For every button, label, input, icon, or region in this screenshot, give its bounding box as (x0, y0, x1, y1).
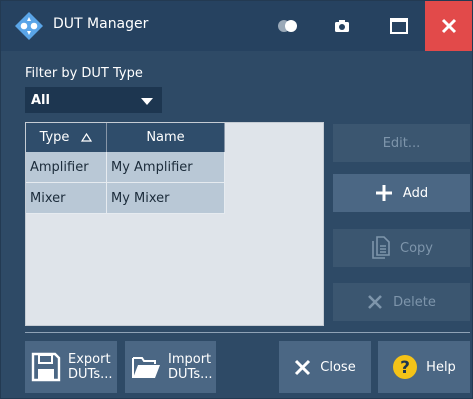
export-line1: Export (68, 352, 111, 367)
column-header-type[interactable]: Type (26, 123, 107, 152)
cell-type: Amplifier (26, 152, 107, 183)
transparency-toggle-button[interactable] (271, 10, 305, 42)
filter-label: Filter by DUT Type (25, 66, 143, 81)
edit-button-label: Edit... (382, 135, 421, 151)
window-close-button[interactable] (425, 1, 472, 51)
delete-button-label: Delete (393, 294, 436, 310)
add-button[interactable]: Add (333, 174, 470, 212)
save-icon (31, 352, 61, 382)
cell-name: My Mixer (107, 183, 225, 214)
import-duts-button[interactable]: Import DUTs... (125, 341, 216, 393)
maximize-button[interactable] (383, 10, 415, 42)
copy-button[interactable]: Copy (333, 229, 470, 267)
toggle-icon (278, 20, 297, 32)
dut-type-filter-dropdown[interactable]: All (25, 87, 162, 113)
export-duts-button[interactable]: Export DUTs... (25, 341, 117, 393)
sort-ascending-icon (81, 133, 93, 142)
close-button-label: Close (320, 359, 356, 375)
help-button[interactable]: ? Help (378, 341, 470, 393)
maximize-icon (390, 18, 408, 34)
table-row[interactable]: Mixer My Mixer (26, 183, 225, 214)
filter-selected-value: All (31, 93, 50, 108)
table-row[interactable]: Amplifier My Amplifier (26, 152, 225, 183)
export-line2: DUTs... (68, 367, 113, 382)
copy-button-label: Copy (400, 240, 433, 256)
cell-type: Mixer (26, 183, 107, 214)
plus-icon (375, 185, 392, 201)
cell-name: My Amplifier (107, 152, 225, 183)
import-line1: Import (168, 352, 212, 367)
svg-text:?: ? (400, 358, 410, 378)
delete-button[interactable]: Delete (333, 283, 470, 321)
camera-icon (335, 20, 349, 32)
dut-table[interactable]: Type Name Amplifier My Amplifier Mixer M… (25, 122, 324, 326)
separator (25, 332, 470, 333)
dut-manager-window: DUT Manager Filter by DUT Type All Type … (0, 0, 473, 399)
table-header: Type Name (26, 123, 225, 152)
title-bar[interactable]: DUT Manager (1, 1, 472, 51)
help-icon: ? (393, 355, 418, 379)
chevron-down-icon (141, 98, 153, 105)
x-icon (368, 295, 383, 309)
add-button-label: Add (402, 185, 429, 201)
screenshot-button[interactable] (326, 10, 358, 42)
column-header-name[interactable]: Name (107, 123, 225, 152)
help-button-label: Help (426, 359, 456, 375)
column-header-label: Type (39, 130, 70, 145)
close-button[interactable]: Close (279, 341, 371, 393)
x-icon (295, 359, 311, 375)
app-logo-icon (15, 12, 43, 40)
edit-button[interactable]: Edit... (333, 124, 470, 162)
close-icon (441, 18, 456, 34)
column-header-label: Name (146, 130, 185, 145)
folder-open-icon (132, 357, 160, 378)
copy-icon (372, 236, 390, 259)
window-title: DUT Manager (53, 16, 149, 32)
import-line2: DUTs... (168, 367, 213, 382)
